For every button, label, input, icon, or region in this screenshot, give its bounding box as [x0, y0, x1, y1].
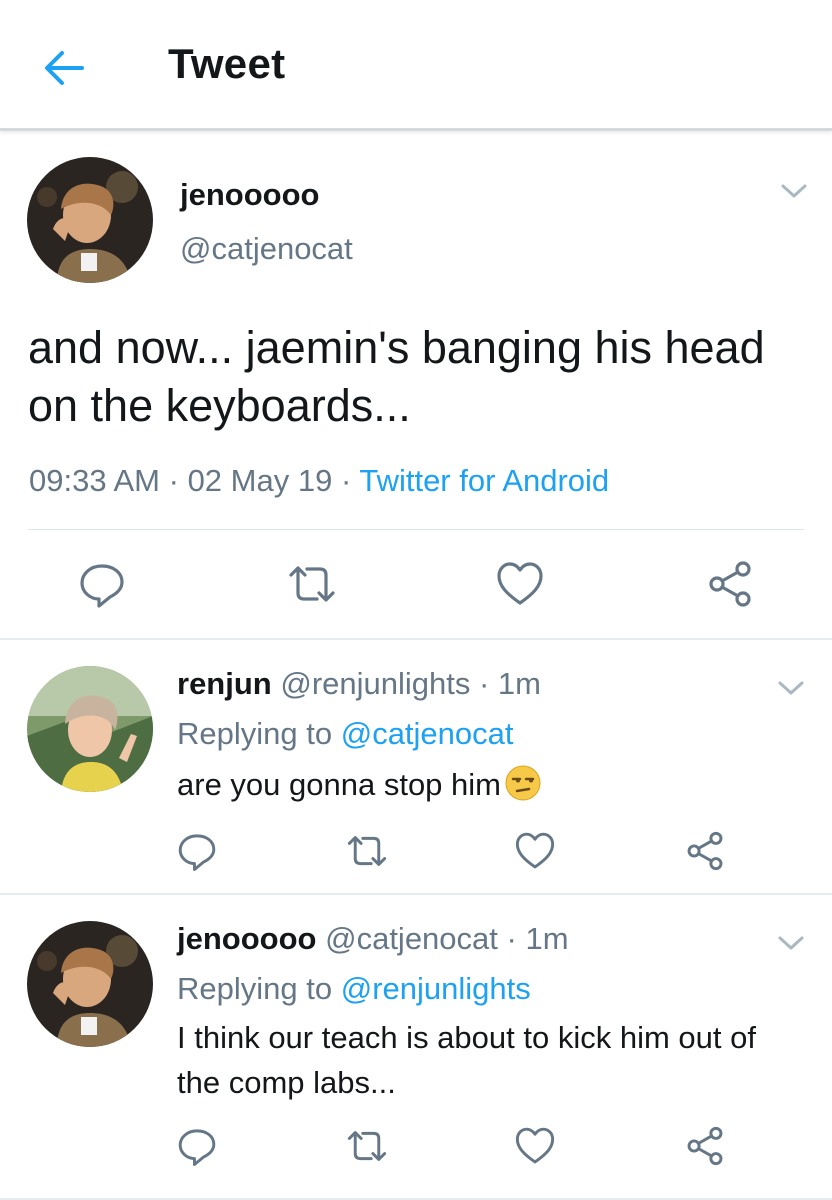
display-name[interactable]: jenooooo: [177, 921, 316, 956]
avatar[interactable]: [27, 921, 153, 1047]
like-button[interactable]: [514, 1125, 556, 1167]
display-name[interactable]: jenooooo: [180, 177, 319, 213]
reply-button[interactable]: [176, 830, 218, 872]
reply-text: are you gonna stop him: [177, 762, 807, 807]
mention-link[interactable]: @catjenocat: [341, 716, 514, 751]
reply-header: jenooooo @catjenocat · 1m: [177, 921, 569, 957]
reply-tweet[interactable]: jenooooo @catjenocat · 1m Replying to @r…: [0, 895, 832, 1200]
like-icon: [515, 832, 555, 869]
meta-separator: ·: [340, 463, 352, 498]
reply-time: · 1m: [506, 921, 569, 956]
user-handle[interactable]: @renjunlights: [280, 666, 470, 701]
tweet-time: 09:33 AM: [29, 463, 160, 498]
tweet-date: 02 May 19: [187, 463, 333, 498]
tweet-options-button[interactable]: [776, 931, 806, 955]
retweet-button[interactable]: [287, 559, 337, 609]
tweet-metadata: 09:33 AM · 02 May 19 · Twitter for Andro…: [29, 463, 609, 499]
like-button[interactable]: [495, 559, 545, 609]
tweet-options-button[interactable]: [776, 676, 806, 700]
retweet-icon: [289, 566, 335, 602]
display-name[interactable]: renjun: [177, 666, 272, 701]
tweet-text: and now... jaemin's banging his head on …: [28, 322, 765, 431]
like-button[interactable]: [514, 830, 556, 872]
reply-button[interactable]: [176, 1125, 218, 1167]
share-button[interactable]: [705, 559, 755, 609]
avatar[interactable]: [27, 157, 153, 283]
reply-header: renjun @renjunlights · 1m: [177, 666, 541, 702]
replying-prefix: Replying to: [177, 716, 333, 751]
unamused-face-icon: [505, 765, 541, 801]
like-icon: [515, 1127, 555, 1164]
replying-to: Replying to @renjunlights: [177, 971, 531, 1007]
share-icon: [709, 561, 751, 607]
share-icon: [687, 1126, 723, 1166]
mention-link[interactable]: @renjunlights: [341, 971, 531, 1006]
chevron-down-icon: [778, 681, 804, 695]
top-bar: Tweet: [0, 0, 832, 131]
reply-text-content: are you gonna stop him: [177, 767, 501, 802]
reply-icon: [178, 1129, 216, 1166]
page-title: Tweet: [168, 40, 286, 87]
share-button[interactable]: [684, 830, 726, 872]
main-tweet: jenooooo @catjenocat and now... jaemin's…: [0, 131, 832, 640]
like-icon: [497, 562, 543, 605]
retweet-button[interactable]: [346, 830, 388, 872]
back-button[interactable]: [42, 48, 86, 88]
chevron-down-icon: [778, 936, 804, 950]
tweet-options-button[interactable]: [779, 179, 809, 203]
replying-to: Replying to @catjenocat: [177, 716, 514, 752]
tweet-source-link[interactable]: Twitter for Android: [359, 463, 609, 498]
reply-button[interactable]: [77, 559, 127, 609]
reply-icon: [178, 834, 216, 871]
retweet-icon: [347, 836, 387, 866]
meta-separator: ·: [168, 463, 179, 498]
reply-text: I think our teach is about to kick him o…: [177, 1020, 756, 1100]
reply-icon: [80, 564, 124, 608]
retweet-icon: [347, 1131, 387, 1161]
user-handle[interactable]: @catjenocat: [325, 921, 498, 956]
divider: [28, 529, 804, 530]
share-icon: [687, 831, 723, 871]
chevron-down-icon: [781, 184, 807, 198]
replying-prefix: Replying to: [177, 971, 333, 1006]
share-button[interactable]: [684, 1125, 726, 1167]
retweet-button[interactable]: [346, 1125, 388, 1167]
reply-tweet[interactable]: renjun @renjunlights · 1m Replying to @c…: [0, 640, 832, 895]
user-handle[interactable]: @catjenocat: [180, 231, 353, 267]
avatar[interactable]: [27, 666, 153, 792]
arrow-left-icon: [45, 51, 84, 85]
reply-time: · 1m: [479, 666, 541, 701]
